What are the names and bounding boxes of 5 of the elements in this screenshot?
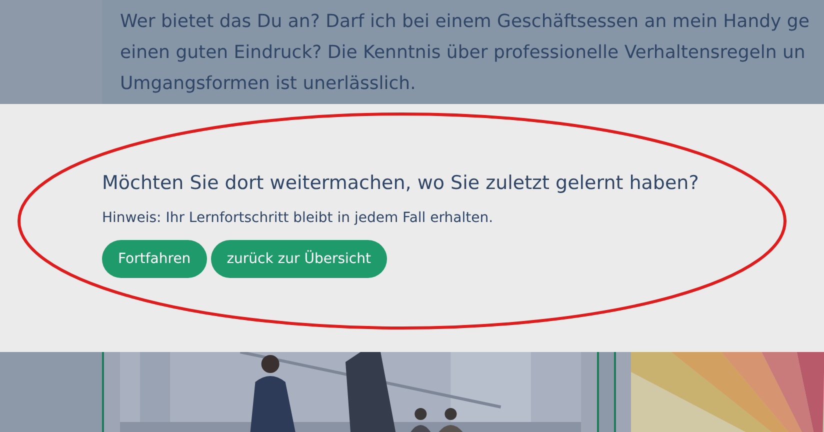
dialog-button[interactable]: zurück zur Übersicht — [210, 240, 387, 278]
dialog-hint: Hinweis: Ihr Lernfortschritt bleibt in jedem Fall erhalten. — [102, 209, 494, 228]
dialog-heading: Möchten Sie dort weitermachen, wo Sie zuletzt gelernt haben? — [102, 171, 699, 196]
dialog-button[interactable]: Fortfahren — [102, 240, 207, 278]
intro-paragraph: Wer bietet das Du an? Darf ich bei einem Geschäftsessen an mein Handy ge einen guten Eindruck? Die Kenntnis über professionelle Verhaltensregeln un Umgangsformen ist unerlässlich. — [120, 10, 810, 96]
